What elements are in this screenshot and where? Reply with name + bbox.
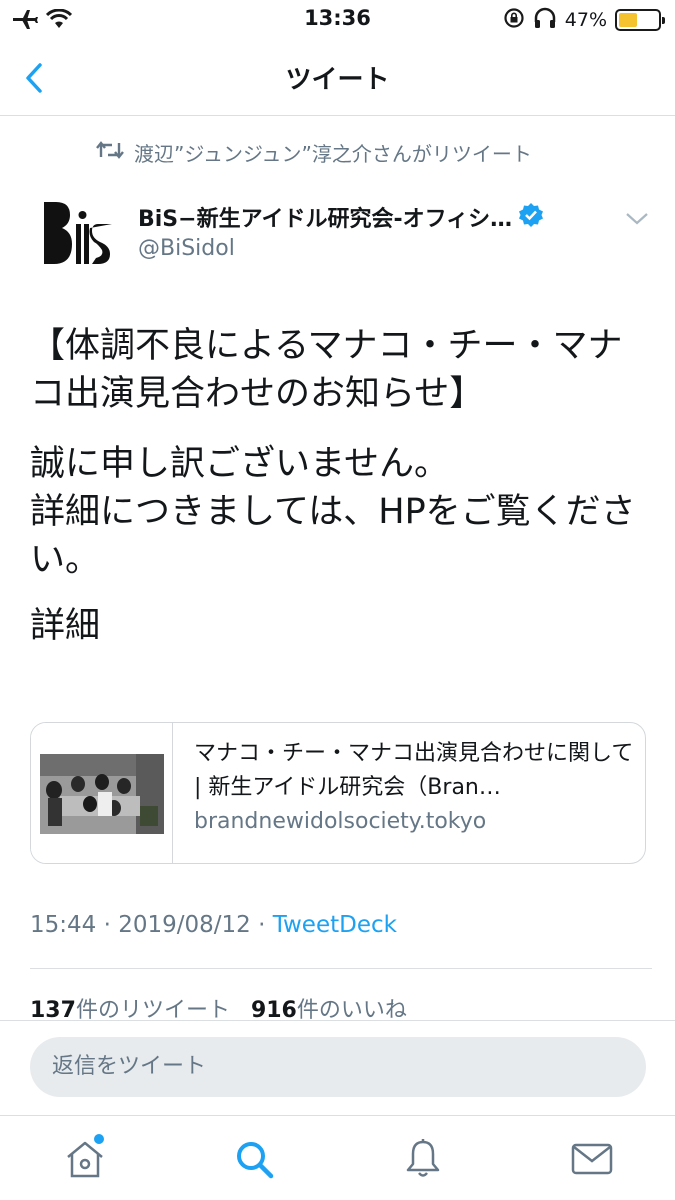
avatar[interactable] — [40, 198, 116, 270]
link-card-thumbnail — [31, 723, 173, 863]
nav-bar: ツイート — [0, 40, 675, 116]
battery-icon — [615, 9, 665, 31]
retweet-icon — [96, 140, 124, 165]
search-icon — [237, 1142, 274, 1179]
tweet-menu-button[interactable] — [624, 208, 650, 232]
tweet-line-1: 【体調不良によるマナコ・チー・マナコ出演見合わせのお知らせ】 — [30, 326, 623, 414]
chevron-down-icon — [626, 213, 648, 225]
page-title: ツイート — [285, 65, 390, 95]
retweet-context[interactable]: 渡辺”ジュンジュン”淳之介さんがリツイート — [96, 138, 532, 167]
link-card-domain: brandnewidolsociety.tokyo — [194, 809, 487, 834]
tab-bar — [0, 1115, 675, 1200]
rotation-lock-icon — [503, 7, 525, 33]
tweet-detail-link[interactable]: 詳細 — [30, 602, 650, 650]
status-bar: 13:36 47% — [0, 0, 675, 40]
author-name: BiS−新生アイドル研究会-オフィシ… — [138, 207, 513, 232]
meta-separator-2: · — [258, 912, 266, 938]
tab-home[interactable] — [60, 1134, 110, 1184]
tweet-line-2-a: 誠に申し訳ございません。 — [30, 444, 449, 484]
tweet-line-3: 詳細につきましては、HPをご覧ください。 — [30, 492, 636, 580]
reply-input[interactable]: 返信をツイート — [30, 1037, 646, 1097]
home-icon — [67, 1141, 103, 1178]
divider — [0, 1020, 675, 1021]
divider — [30, 968, 652, 969]
status-right: 47% — [503, 7, 665, 33]
author-handle[interactable]: @BiSidol — [138, 236, 235, 261]
author-name-row[interactable]: BiS−新生アイドル研究会-オフィシ… — [138, 201, 544, 233]
home-notification-dot — [94, 1134, 104, 1144]
battery-percent: 47% — [564, 9, 607, 31]
headphones-icon — [533, 7, 557, 33]
group-photo-image — [40, 754, 164, 834]
mail-icon — [571, 1143, 613, 1175]
meta-separator: · — [103, 912, 111, 938]
verified-badge-icon — [518, 202, 544, 232]
link-card-text: マナコ・チー・マナコ出演見合わせに関して | 新生アイドル研究会（Bran… b… — [194, 737, 634, 839]
tweet-line-2: 誠に申し訳ございません。詳細につきましては、HPをご覧ください。 — [30, 440, 650, 584]
battery-level — [619, 13, 637, 27]
tweet-date: 2019/08/12 — [118, 912, 251, 938]
bis-logo — [44, 202, 112, 264]
tweet-timestamp: 15:44 · 2019/08/12 · TweetDeck — [30, 912, 397, 938]
bell-icon — [406, 1139, 440, 1177]
tweet-source-link[interactable]: TweetDeck — [273, 912, 397, 938]
link-card-title: マナコ・チー・マナコ出演見合わせに関して | 新生アイドル研究会（Bran… — [194, 741, 634, 800]
retweet-context-text: 渡辺”ジュンジュン”淳之介さんがリツイート — [134, 142, 532, 166]
tab-messages[interactable] — [567, 1134, 617, 1184]
link-card[interactable]: マナコ・チー・マナコ出演見合わせに関して | 新生アイドル研究会（Bran… b… — [30, 722, 646, 864]
tweet-time: 15:44 — [30, 912, 97, 938]
tab-search[interactable] — [229, 1134, 279, 1184]
tweet-text: 【体調不良によるマナコ・チー・マナコ出演見合わせのお知らせ】 誠に申し訳ございま… — [30, 322, 650, 668]
tab-notifications[interactable] — [398, 1134, 448, 1184]
